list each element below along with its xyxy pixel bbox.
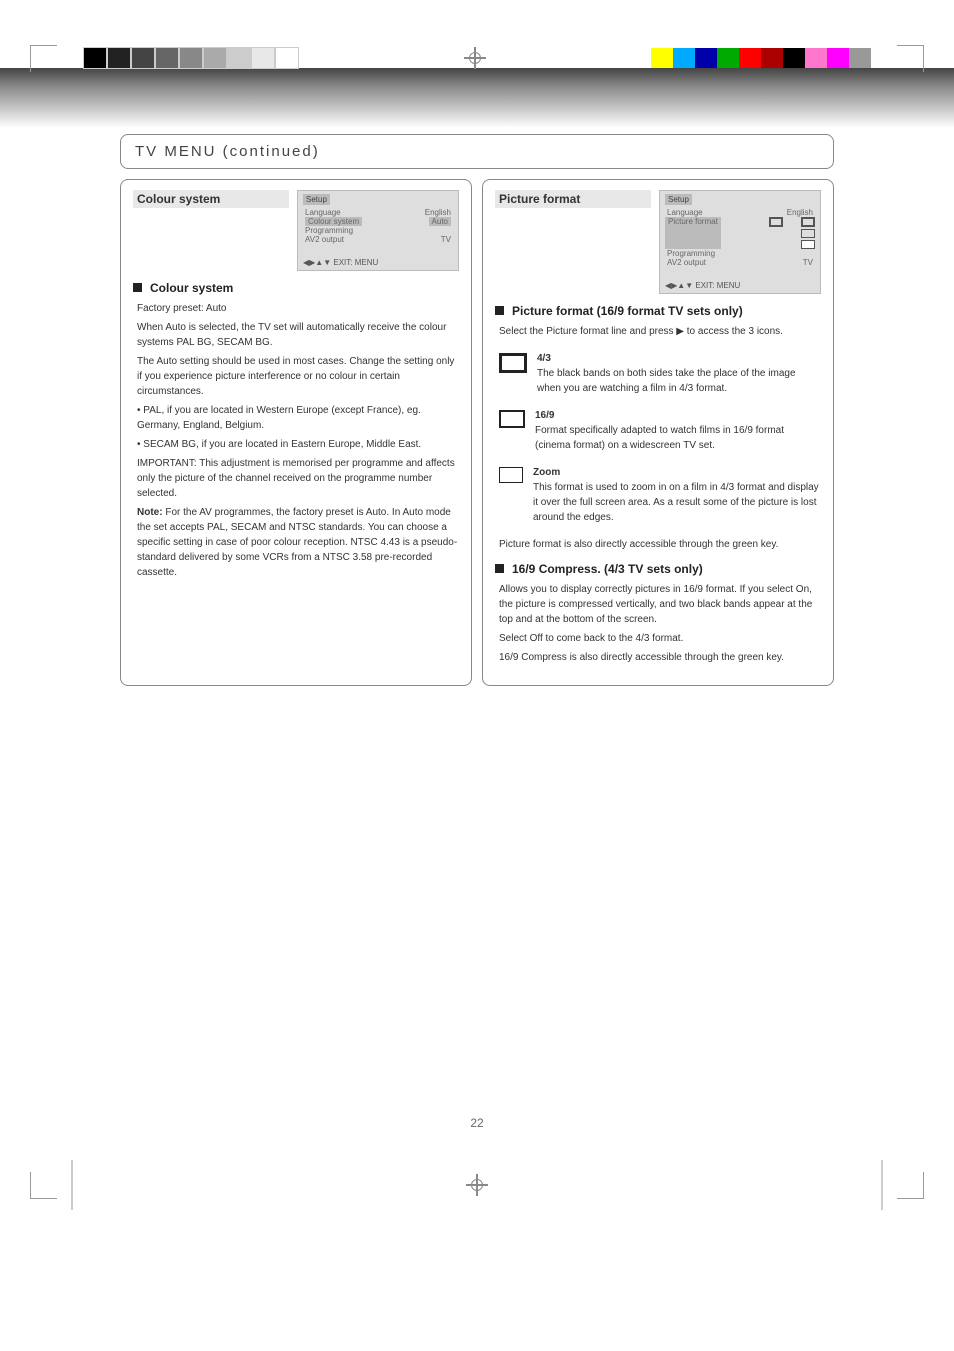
body-text: Factory preset: Auto When Auto is select…: [133, 301, 459, 580]
osd-nav-hint: ◀▶▲▼ EXIT: MENU: [303, 258, 453, 267]
header-gradient: [0, 68, 954, 128]
osd-heading: Setup: [665, 194, 692, 205]
color-swatches: [651, 48, 871, 68]
registration-mark-icon: [469, 1177, 485, 1193]
grayscale-swatches: [83, 47, 299, 69]
crop-mark-icon: [30, 45, 57, 72]
aspect-43-icon: [499, 353, 527, 373]
crop-mark-icon: [897, 1172, 924, 1199]
bottom-print-marks: [0, 1160, 954, 1210]
format-icon: [801, 240, 815, 249]
note-label: Note:: [137, 507, 163, 518]
bullet-icon: [133, 283, 142, 292]
format-icon: [769, 217, 783, 227]
body-text: Select the Picture format line and press…: [495, 324, 821, 552]
body-text: Allows you to display correctly pictures…: [495, 582, 821, 665]
left-panel-title: Colour system: [133, 190, 289, 208]
aspect-169-icon: [499, 410, 525, 428]
osd-preview: Setup LanguageEnglish Colour systemAuto …: [297, 190, 459, 271]
right-panel: Picture format Setup LanguageEnglish Pic…: [482, 179, 834, 686]
crop-mark-icon: [897, 45, 924, 72]
osd-preview: Setup LanguageEnglish Picture format Pro…: [659, 190, 821, 294]
bullet-icon: [495, 564, 504, 573]
left-panel: Colour system Setup LanguageEnglish Colo…: [120, 179, 472, 686]
osd-nav-hint: ◀▶▲▼ EXIT: MENU: [665, 281, 815, 290]
osd-heading: Setup: [303, 194, 330, 205]
format-icon: [801, 217, 815, 227]
page-title: TV MENU (continued): [120, 134, 834, 169]
bullet-icon: [495, 306, 504, 315]
registration-mark-icon: [467, 50, 483, 66]
section-heading: Colour system: [150, 281, 233, 295]
section-heading: 16/9 Compress. (4/3 TV sets only): [512, 562, 703, 576]
section-heading: Picture format (16/9 format TV sets only…: [512, 304, 743, 318]
top-print-marks: [0, 48, 954, 68]
aspect-zoom-icon: [499, 467, 523, 483]
crop-mark-icon: [30, 1172, 57, 1199]
right-panel-title: Picture format: [495, 190, 651, 208]
format-icon: [801, 229, 815, 238]
page-number: 22: [120, 1116, 834, 1130]
